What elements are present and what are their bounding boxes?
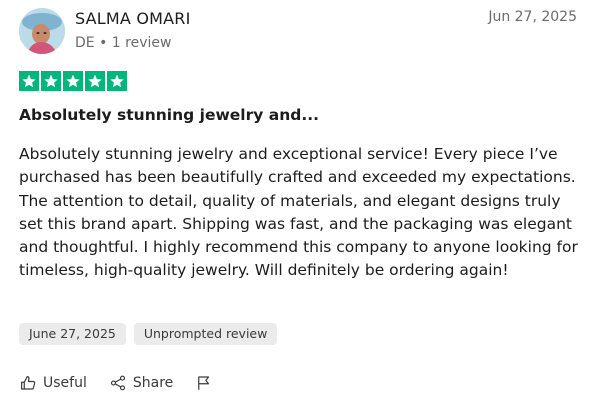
review-date: Jun 27, 2025 [488, 9, 577, 25]
star-icon [19, 71, 39, 91]
share-icon [109, 374, 127, 392]
avatar[interactable] [19, 8, 65, 54]
date-tag: June 27, 2025 [19, 323, 126, 345]
review-actions: Useful Share [19, 374, 213, 392]
useful-button[interactable]: Useful [19, 374, 87, 392]
review-tags: June 27, 2025 Unprompted review [19, 323, 278, 345]
star-rating [19, 71, 127, 91]
star-icon [41, 71, 61, 91]
star-icon [107, 71, 127, 91]
review-card: SALMA OMARI DE • 1 review Jun 27, 2025 A… [0, 0, 599, 400]
review-title[interactable]: Absolutely stunning jewelry and... [19, 106, 319, 124]
share-label: Share [132, 375, 174, 391]
share-button[interactable]: Share [109, 374, 173, 392]
thumbs-up-icon [19, 374, 37, 392]
review-body: Absolutely stunning jewelry and exceptio… [19, 145, 578, 280]
flag-icon [195, 374, 213, 392]
reviewer-name[interactable]: SALMA OMARI [75, 9, 191, 28]
star-icon [85, 71, 105, 91]
useful-label: Useful [43, 375, 87, 391]
unprompted-tag[interactable]: Unprompted review [133, 323, 278, 345]
star-icon [63, 71, 83, 91]
avatar-image [19, 8, 65, 54]
reviewer-meta: DE • 1 review [75, 35, 172, 51]
report-button[interactable] [195, 374, 213, 392]
